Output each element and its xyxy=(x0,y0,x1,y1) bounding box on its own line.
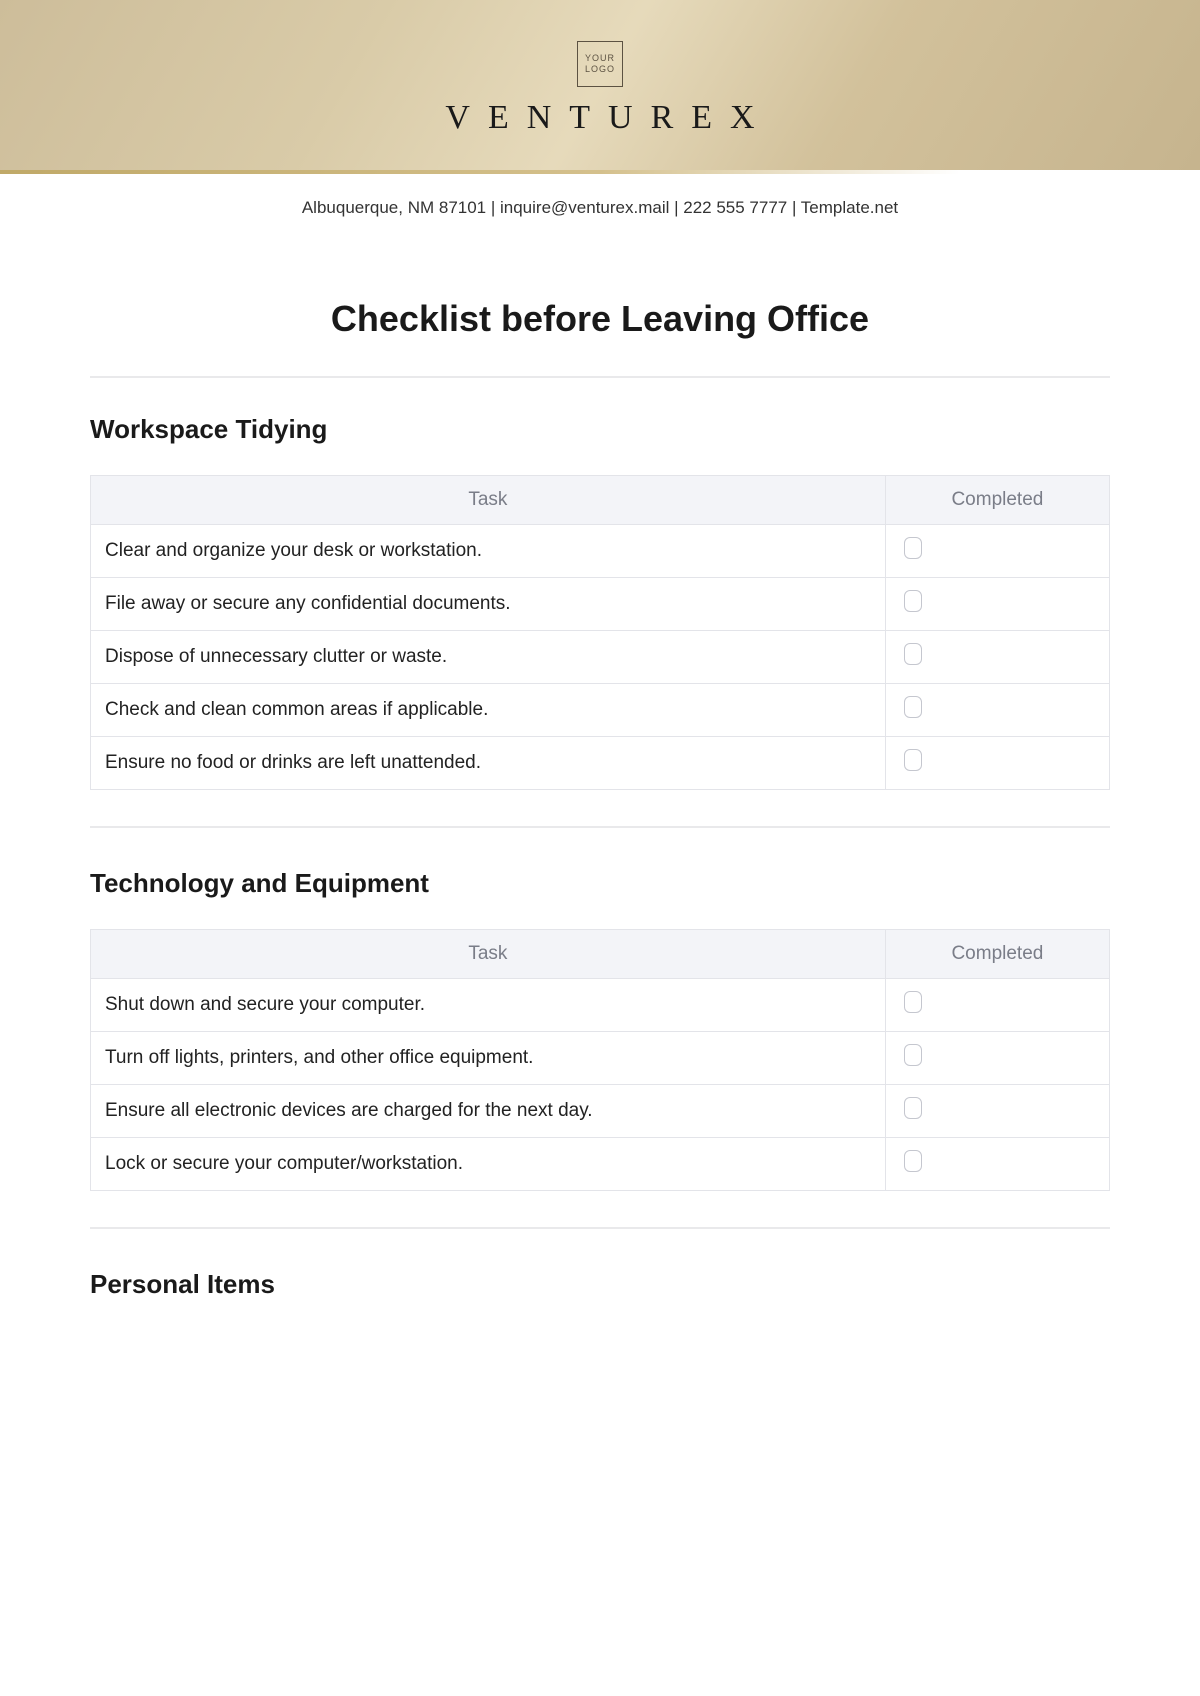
task-text: Check and clean common areas if applicab… xyxy=(91,684,886,737)
table-header-completed: Completed xyxy=(885,476,1109,525)
table-row: Ensure no food or drinks are left unatte… xyxy=(91,737,1110,790)
completed-cell xyxy=(885,737,1109,790)
task-text: File away or secure any confidential doc… xyxy=(91,578,886,631)
checkbox-icon[interactable] xyxy=(904,1150,922,1172)
contact-line: Albuquerque, NM 87101 | inquire@venturex… xyxy=(0,174,1200,228)
table-row: Lock or secure your computer/workstation… xyxy=(91,1138,1110,1191)
table-row: Ensure all electronic devices are charge… xyxy=(91,1085,1110,1138)
task-text: Shut down and secure your computer. xyxy=(91,979,886,1032)
task-text: Ensure no food or drinks are left unatte… xyxy=(91,737,886,790)
document-title: Checklist before Leaving Office xyxy=(90,298,1110,340)
checkbox-icon[interactable] xyxy=(904,749,922,771)
completed-cell xyxy=(885,684,1109,737)
task-text: Dispose of unnecessary clutter or waste. xyxy=(91,631,886,684)
task-text: Turn off lights, printers, and other off… xyxy=(91,1032,886,1085)
completed-cell xyxy=(885,1032,1109,1085)
completed-cell xyxy=(885,631,1109,684)
checkbox-icon[interactable] xyxy=(904,1097,922,1119)
task-text: Ensure all electronic devices are charge… xyxy=(91,1085,886,1138)
page-content: Checklist before Leaving Office Workspac… xyxy=(0,228,1200,1300)
checkbox-icon[interactable] xyxy=(904,991,922,1013)
table-header-task: Task xyxy=(91,476,886,525)
table-row: Clear and organize your desk or workstat… xyxy=(91,525,1110,578)
title-divider xyxy=(90,376,1110,378)
completed-cell xyxy=(885,1085,1109,1138)
table-row: File away or secure any confidential doc… xyxy=(91,578,1110,631)
table-header-task: Task xyxy=(91,930,886,979)
logo-text-line1: YOUR xyxy=(585,53,615,64)
task-text: Clear and organize your desk or workstat… xyxy=(91,525,886,578)
completed-cell xyxy=(885,979,1109,1032)
task-text: Lock or secure your computer/workstation… xyxy=(91,1138,886,1191)
checklist-table-workspace: Task Completed Clear and organize your d… xyxy=(90,475,1110,790)
completed-cell xyxy=(885,525,1109,578)
table-row: Shut down and secure your computer. xyxy=(91,979,1110,1032)
completed-cell xyxy=(885,578,1109,631)
checkbox-icon[interactable] xyxy=(904,590,922,612)
section-heading-technology: Technology and Equipment xyxy=(90,868,1110,899)
section-divider xyxy=(90,1227,1110,1229)
header-banner: YOUR LOGO VENTUREX xyxy=(0,0,1200,170)
checklist-table-technology: Task Completed Shut down and secure your… xyxy=(90,929,1110,1191)
table-row: Dispose of unnecessary clutter or waste. xyxy=(91,631,1110,684)
section-heading-workspace: Workspace Tidying xyxy=(90,414,1110,445)
table-row: Turn off lights, printers, and other off… xyxy=(91,1032,1110,1085)
logo-text-line2: LOGO xyxy=(585,64,615,75)
table-header-completed: Completed xyxy=(885,930,1109,979)
brand-name: VENTUREX xyxy=(427,99,772,137)
checkbox-icon[interactable] xyxy=(904,696,922,718)
checkbox-icon[interactable] xyxy=(904,1044,922,1066)
section-divider xyxy=(90,826,1110,828)
checkbox-icon[interactable] xyxy=(904,537,922,559)
completed-cell xyxy=(885,1138,1109,1191)
logo-placeholder: YOUR LOGO xyxy=(577,41,623,87)
table-row: Check and clean common areas if applicab… xyxy=(91,684,1110,737)
checkbox-icon[interactable] xyxy=(904,643,922,665)
section-heading-personal: Personal Items xyxy=(90,1269,1110,1300)
